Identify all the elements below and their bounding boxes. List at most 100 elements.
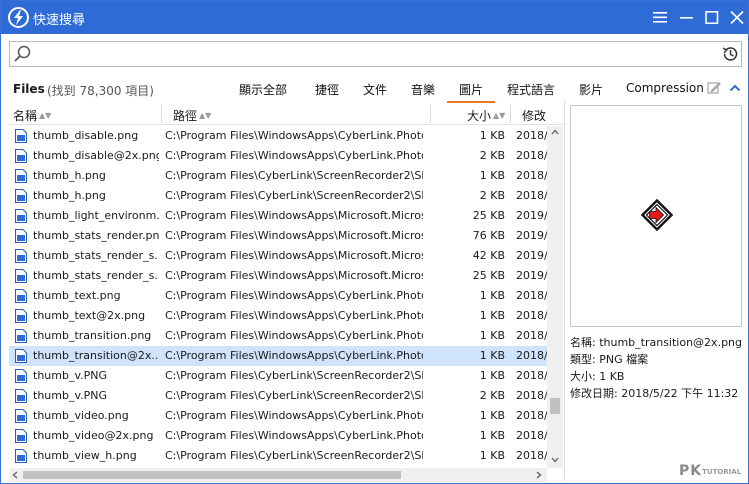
table-row[interactable]: thumb_text.png C:\Program Files\WindowsAp… xyxy=(9,286,547,306)
horizontal-scrollbar[interactable] xyxy=(9,468,547,482)
tab-music[interactable]: 音樂 xyxy=(411,81,435,98)
scrollbar-thumb[interactable] xyxy=(550,398,560,414)
scroll-up-icon[interactable] xyxy=(551,129,559,135)
table-row[interactable]: thumb_disable@2x.png C:\Program Files\Win… xyxy=(9,146,547,166)
column-path-label: 路徑 xyxy=(173,109,198,123)
table-row[interactable]: thumb_v.PNG C:\Program Files\CyberLink\Sc… xyxy=(9,366,547,386)
cell-size: 1 KB xyxy=(479,289,505,302)
image-file-icon xyxy=(15,329,27,343)
tab-videos[interactable]: 影片 xyxy=(579,81,603,98)
column-divider[interactable] xyxy=(510,105,511,123)
image-file-icon xyxy=(15,249,27,263)
cell-path: C:\Program Files\WindowsApps\Microsoft.M… xyxy=(165,209,423,222)
sort-icon: ▲▼ xyxy=(39,111,52,120)
minimize-button[interactable] xyxy=(673,1,701,34)
tab-pictures[interactable]: 圖片 xyxy=(446,81,496,103)
table-row[interactable]: thumb_transition@2x.... C:\Program Files\… xyxy=(9,346,547,366)
column-name[interactable]: 名稱 ▲▼ xyxy=(13,107,51,124)
image-preview xyxy=(570,105,742,327)
files-label: Files xyxy=(13,82,45,96)
cell-name: thumb_video.png xyxy=(33,409,129,422)
cell-name: thumb_v.PNG xyxy=(33,369,107,382)
title-bar[interactable]: 快速搜尋 xyxy=(1,1,748,34)
edit-icon[interactable] xyxy=(707,81,721,95)
watermark-main: PK xyxy=(679,463,703,479)
property-name: 名稱: thumb_transition@2x.png xyxy=(570,336,743,349)
cell-path: C:\Program Files\WindowsApps\CyberLink.P… xyxy=(165,329,423,342)
image-file-icon xyxy=(15,349,27,363)
close-button[interactable] xyxy=(723,1,749,34)
search-input[interactable] xyxy=(34,44,714,64)
table-row[interactable]: thumb_v.PNG C:\Program Files\CyberLink\Sc… xyxy=(9,386,547,406)
cell-name: thumb_video@2x.png xyxy=(33,429,154,442)
scroll-down-icon[interactable] xyxy=(551,457,559,463)
scroll-left-icon[interactable] xyxy=(12,471,18,479)
hamburger-icon xyxy=(653,12,667,23)
cell-name: thumb_stats_render_s... xyxy=(33,249,159,262)
image-file-icon xyxy=(15,189,27,203)
image-file-icon xyxy=(15,429,27,443)
table-row[interactable]: thumb_stats_render_s... C:\Program Files\… xyxy=(9,266,547,286)
image-file-icon xyxy=(15,409,27,423)
cell-size: 76 KB xyxy=(472,229,505,242)
file-properties: 名稱: thumb_transition@2x.png 類型: PNG 檔案 大… xyxy=(570,334,742,402)
cell-path: C:\Program Files\WindowsApps\Microsoft.M… xyxy=(165,249,423,262)
table-row[interactable]: thumb_light_environm... C:\Program Files\… xyxy=(9,206,547,226)
cell-path: C:\Program Files\CyberLink\ScreenRecorde… xyxy=(165,449,423,462)
table-row[interactable]: thumb_h.png C:\Program Files\CyberLink\Sc… xyxy=(9,186,547,206)
image-file-icon xyxy=(15,369,27,383)
chevron-up-icon[interactable] xyxy=(729,83,741,93)
table-row[interactable]: thumb_stats_render.png C:\Program Files\W… xyxy=(9,226,547,246)
menu-button[interactable] xyxy=(646,1,674,34)
table-row[interactable]: thumb_text@2x.png C:\Program Files\Window… xyxy=(9,306,547,326)
cell-path: C:\Program Files\CyberLink\ScreenRecorde… xyxy=(165,369,423,382)
image-file-icon xyxy=(15,289,27,303)
column-path[interactable]: 路徑 ▲▼ xyxy=(173,107,211,124)
filter-bar: Files (找到 78,300 項目) 顯示全部 捷徑 文件 音樂 圖片 程式… xyxy=(1,75,748,103)
table-row[interactable]: thumb_video.png C:\Program Files\WindowsA… xyxy=(9,406,547,426)
table-row[interactable]: thumb_video@2x.png C:\Program Files\Windo… xyxy=(9,426,547,446)
table-row[interactable]: thumb_view_h.png C:\Program Files\CyberLi… xyxy=(9,446,547,466)
tab-shortcuts[interactable]: 捷徑 xyxy=(315,81,339,98)
property-modified: 修改日期: 2018/5/22 下午 11:32 xyxy=(570,387,739,400)
table-row[interactable]: thumb_transition.png C:\Program Files\Win… xyxy=(9,326,547,346)
cell-size: 1 KB xyxy=(479,329,505,342)
tab-compression[interactable]: Compression xyxy=(626,81,704,95)
column-divider[interactable] xyxy=(161,105,162,123)
cell-modified: 2018/5 xyxy=(516,329,547,342)
cell-modified: 2019/3 xyxy=(516,229,547,242)
image-file-icon xyxy=(15,149,27,163)
table-row[interactable]: thumb_h.png C:\Program Files\CyberLink\Sc… xyxy=(9,166,547,186)
cell-size: 1 KB xyxy=(479,429,505,442)
image-file-icon xyxy=(15,389,27,403)
cell-modified: 2018/5 xyxy=(516,429,547,442)
image-file-icon xyxy=(15,209,27,223)
cell-name: thumb_transition.png xyxy=(33,329,152,342)
scrollbar-thumb[interactable] xyxy=(23,471,401,479)
cell-path: C:\Program Files\WindowsApps\CyberLink.P… xyxy=(165,289,423,302)
column-modified[interactable]: 修改 xyxy=(522,107,546,124)
cell-modified: 2018/1 xyxy=(516,169,547,182)
column-size-label: 大小 xyxy=(467,109,492,123)
panel-divider[interactable] xyxy=(564,101,565,481)
maximize-button[interactable] xyxy=(698,1,726,34)
tab-programming[interactable]: 程式語言 xyxy=(507,81,555,98)
table-row[interactable]: thumb_disable.png C:\Program Files\Window… xyxy=(9,126,547,146)
maximize-icon xyxy=(705,11,719,24)
history-icon[interactable] xyxy=(721,45,739,63)
cell-path: C:\Program Files\CyberLink\ScreenRecorde… xyxy=(165,189,423,202)
vertical-scrollbar[interactable] xyxy=(547,126,563,468)
cell-size: 1 KB xyxy=(479,309,505,322)
search-bar xyxy=(9,41,742,67)
column-size[interactable]: 大小 ▲▼ xyxy=(467,107,505,124)
cell-path: C:\Program Files\WindowsApps\CyberLink.P… xyxy=(165,149,423,162)
cell-size: 2 KB xyxy=(479,189,505,202)
tab-show-all[interactable]: 顯示全部 xyxy=(239,81,287,98)
table-row[interactable]: thumb_stats_render_s... C:\Program Files\… xyxy=(9,246,547,266)
cell-name: thumb_transition@2x.... xyxy=(33,349,159,362)
cell-size: 2 KB xyxy=(479,389,505,402)
scroll-right-icon[interactable] xyxy=(536,471,542,479)
tab-documents[interactable]: 文件 xyxy=(363,81,387,98)
minimize-icon xyxy=(680,17,693,19)
column-divider[interactable] xyxy=(430,105,431,123)
